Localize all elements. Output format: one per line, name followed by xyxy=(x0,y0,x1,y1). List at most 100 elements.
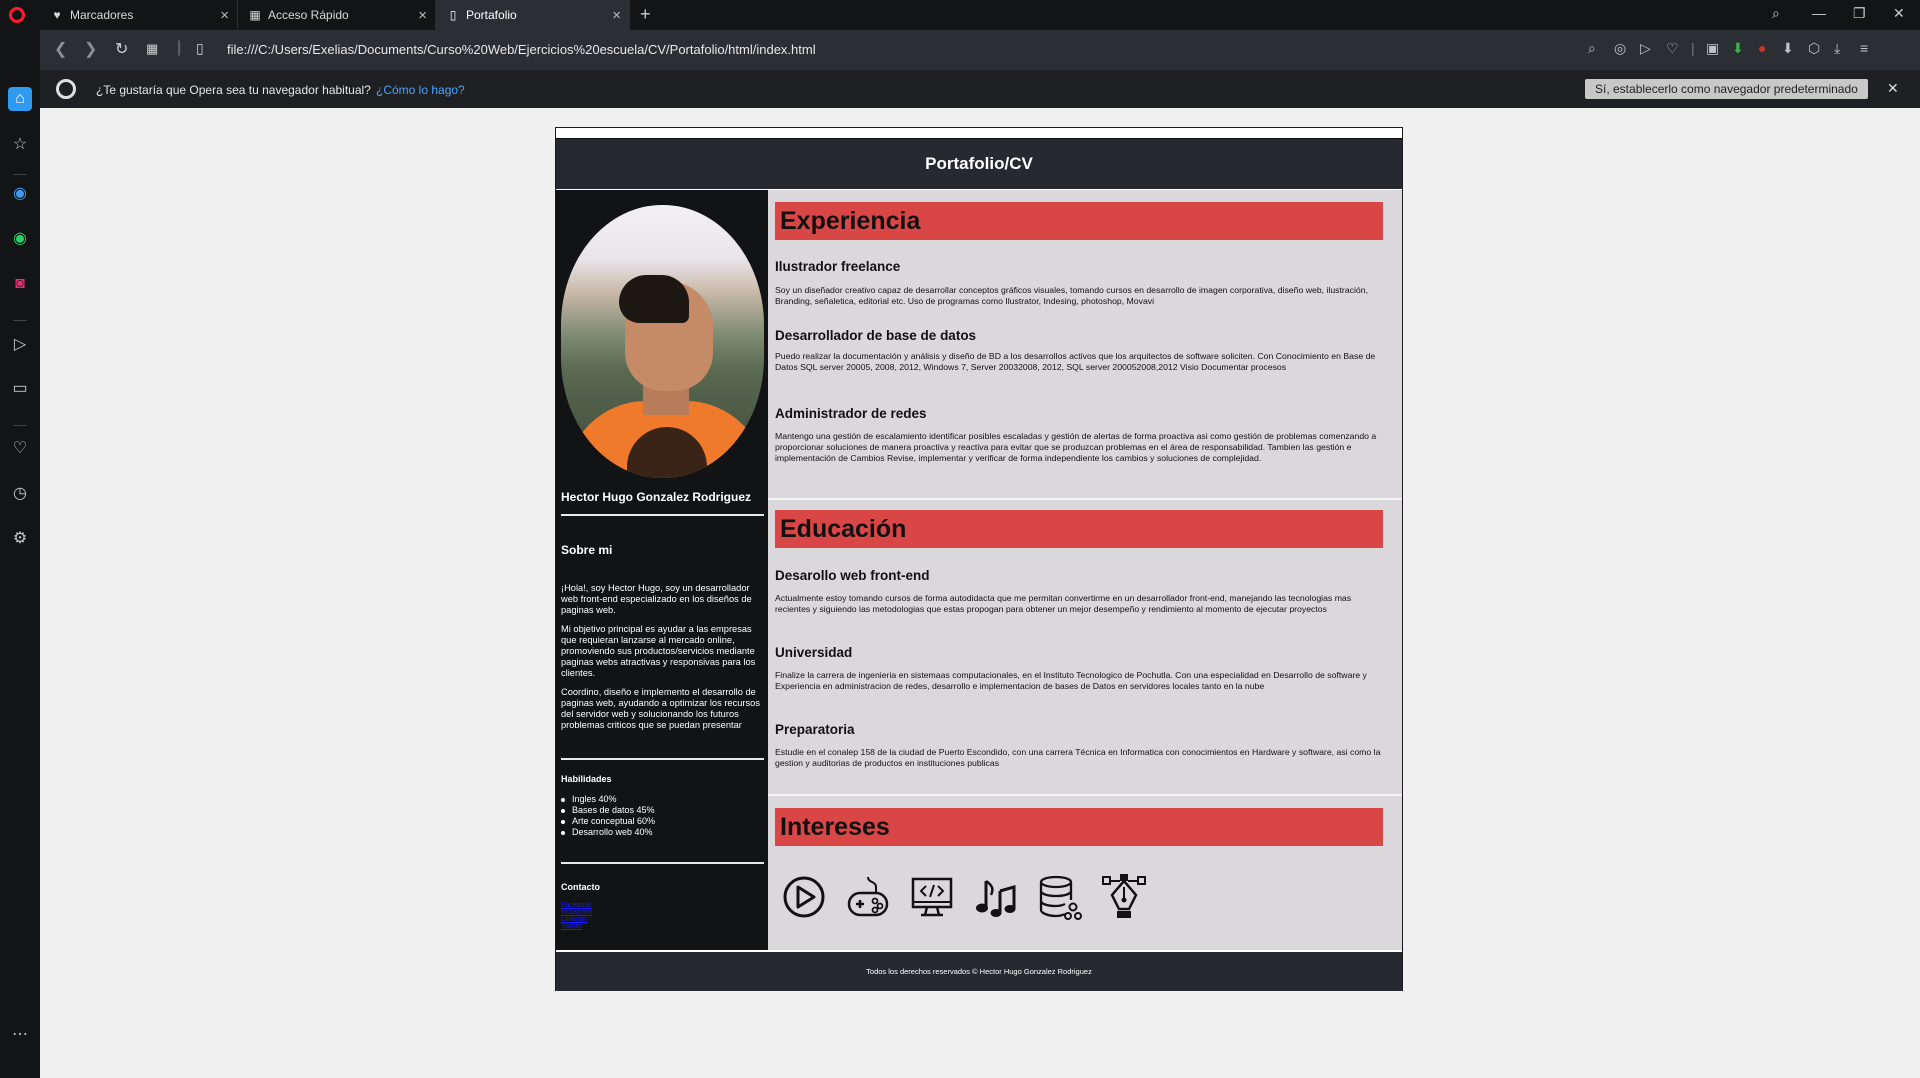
divider xyxy=(13,174,27,175)
skills-list: Ingles 40% Bases de datos 45% Arte conce… xyxy=(561,794,768,838)
education-item-title: Universidad xyxy=(775,645,853,660)
instagram-icon[interactable]: ◙ xyxy=(8,272,32,296)
about-text: ¡Hola!, soy Hector Hugo, soy un desarrol… xyxy=(561,583,766,739)
minimize-button[interactable]: — xyxy=(1812,5,1826,21)
downloads-icon[interactable]: ⤓ xyxy=(1834,40,1840,57)
set-default-button[interactable]: Sí, establecerlo como navegador predeter… xyxy=(1585,79,1868,99)
education-item-text: Actualmente estoy tomando cursos de form… xyxy=(775,593,1352,614)
default-browser-infobar: ¿Te gustaría que Opera sea tu navegador … xyxy=(40,70,1920,108)
close-icon[interactable]: × xyxy=(220,7,229,24)
about-paragraph: Mi objetivo principal es ayudar a las em… xyxy=(561,624,756,678)
history-icon[interactable]: ◷ xyxy=(8,482,32,506)
restore-button[interactable]: ❐ xyxy=(1853,5,1866,22)
settings-icon[interactable]: ⚙ xyxy=(8,527,32,551)
send-icon[interactable]: ▷ xyxy=(8,333,32,357)
interests-icons xyxy=(782,873,1146,929)
experience-item-text: Mantengo una gestión de escalamiento ide… xyxy=(775,431,1377,463)
download-extension-icon[interactable]: ⬇ xyxy=(1732,40,1744,57)
tab-label: Marcadores xyxy=(70,8,134,22)
education-item-title: Desarollo web front-end xyxy=(775,568,930,583)
tab-label: Acceso Rápido xyxy=(268,8,349,22)
portfolio-page: Portafolio/CV Hector Hugo Gonzalez Rodri… xyxy=(555,127,1403,991)
adblock-icon[interactable]: ● xyxy=(1758,40,1766,56)
tab-bookmarks[interactable]: ♥ Marcadores × xyxy=(40,0,238,30)
divider: | xyxy=(1691,40,1695,56)
more-icon[interactable]: ⋯ xyxy=(8,1023,32,1047)
close-icon[interactable]: × xyxy=(418,7,427,24)
tab-bar: ♥ Marcadores × ▦ Acceso Rápido × ▯ Porta… xyxy=(0,0,1920,30)
page-icon: ▯ xyxy=(196,40,204,56)
contact-link-linkedin[interactable]: Linkedin xyxy=(561,916,592,923)
education-item-text: Finalize la carrera de ingenieria en sis… xyxy=(775,670,1367,691)
download-arrow-icon[interactable]: ⬇ xyxy=(1782,40,1794,57)
close-icon[interactable]: × xyxy=(612,7,621,24)
page-icon: ▯ xyxy=(449,8,457,22)
avatar-hair xyxy=(619,275,689,323)
star-icon[interactable]: ☆ xyxy=(8,133,32,157)
reload-icon[interactable]: ↻ xyxy=(115,39,128,59)
address-bar: ❮ ❯ ↻ ▦ | ▯ file:///C:/Users/Exelias/Doc… xyxy=(40,30,1920,70)
skill-item: Arte conceptual 60% xyxy=(561,816,768,827)
messenger-icon[interactable]: ◉ xyxy=(8,182,32,206)
extension-icon[interactable]: ▣ xyxy=(1706,40,1719,57)
how-to-link[interactable]: ¿Cómo lo hago? xyxy=(376,83,465,97)
experience-item-title: Administrador de redes xyxy=(775,406,927,421)
wallet-icon[interactable]: ▭ xyxy=(8,377,32,401)
heart-icon: ♥ xyxy=(53,8,61,22)
tab-speed-dial[interactable]: ▦ Acceso Rápido × xyxy=(238,0,436,30)
send-icon[interactable]: ▷ xyxy=(1640,40,1651,57)
page-footer: Todos los derechos reservados © Hector H… xyxy=(556,952,1402,991)
database-icon xyxy=(1039,875,1082,920)
about-paragraph: Coordino, diseño e implemento el desarro… xyxy=(561,687,760,730)
tab-portfolio[interactable]: ▯ Portafolio × xyxy=(436,0,630,30)
contact-link-instagram[interactable]: Instagram xyxy=(561,909,592,916)
experience-title: Experiencia xyxy=(775,202,1383,240)
infobar-question: ¿Te gustaría que Opera sea tu navegador … xyxy=(96,83,371,97)
camera-icon[interactable]: ◎ xyxy=(1614,40,1626,57)
sidebar: ⌂ ☆ ◉ ◉ ◙ ▷ ▭ ♡ ◷ ⚙ ⋯ xyxy=(0,30,40,1078)
gamepad-icon xyxy=(847,876,889,917)
divider xyxy=(13,425,27,426)
interests-title: Intereses xyxy=(775,808,1383,846)
skill-item: Desarrollo web 40% xyxy=(561,827,768,838)
home-icon[interactable]: ⌂ xyxy=(8,87,32,111)
avatar xyxy=(561,205,764,478)
heart-icon[interactable]: ♡ xyxy=(8,437,32,461)
close-icon[interactable]: ✕ xyxy=(1887,80,1899,97)
contact-link-facebook[interactable]: Facebook xyxy=(561,902,592,909)
profile-sidebar: Hector Hugo Gonzalez Rodriguez Sobre mi … xyxy=(556,190,768,950)
skill-item: Bases de datos 45% xyxy=(561,805,768,816)
search-icon[interactable]: ⌕ xyxy=(1588,40,1596,57)
experience-item-text: Puedo realizar la documentación y anális… xyxy=(775,351,1376,372)
heart-icon[interactable]: ♡ xyxy=(1666,40,1679,57)
about-title: Sobre mi xyxy=(561,543,613,557)
contact-link-twitter[interactable]: Twitter xyxy=(561,923,592,930)
divider xyxy=(561,862,764,864)
contact-title: Contacto xyxy=(561,882,600,892)
experience-item-title: Desarrollador de base de datos xyxy=(775,328,977,343)
experience-item-text: Soy un diseñador creativo capaz de desar… xyxy=(775,285,1369,306)
divider: | xyxy=(177,39,182,56)
grid-icon: ▦ xyxy=(249,8,261,22)
music-note-icon xyxy=(976,879,1016,917)
url-input[interactable]: file:///C:/Users/Exelias/Documents/Curso… xyxy=(227,42,816,57)
experience-item-title: Ilustrador freelance xyxy=(775,259,901,274)
new-tab-button[interactable]: + xyxy=(640,4,651,25)
close-window-button[interactable]: ✕ xyxy=(1893,5,1905,22)
profile-name: Hector Hugo Gonzalez Rodriguez xyxy=(561,490,752,504)
search-icon[interactable]: ⌕ xyxy=(1772,5,1780,22)
forward-icon[interactable]: ❯ xyxy=(84,39,97,59)
menu-icon[interactable]: ≡ xyxy=(1860,40,1868,56)
whatsapp-icon[interactable]: ◉ xyxy=(8,227,32,251)
education-item-text: Estudie en el conalep 158 de la ciudad d… xyxy=(775,747,1381,768)
tab-label: Portafolio xyxy=(466,8,517,22)
tabs-grid-icon[interactable]: ▦ xyxy=(146,41,158,57)
divider xyxy=(13,320,27,321)
cube-icon[interactable]: ⬡ xyxy=(1808,40,1820,57)
opera-logo-icon[interactable] xyxy=(9,7,25,23)
divider xyxy=(561,758,764,760)
code-monitor-icon xyxy=(911,877,953,917)
skill-item: Ingles 40% xyxy=(561,794,768,805)
back-icon[interactable]: ❮ xyxy=(54,39,67,59)
skills-title: Habilidades xyxy=(561,774,612,784)
